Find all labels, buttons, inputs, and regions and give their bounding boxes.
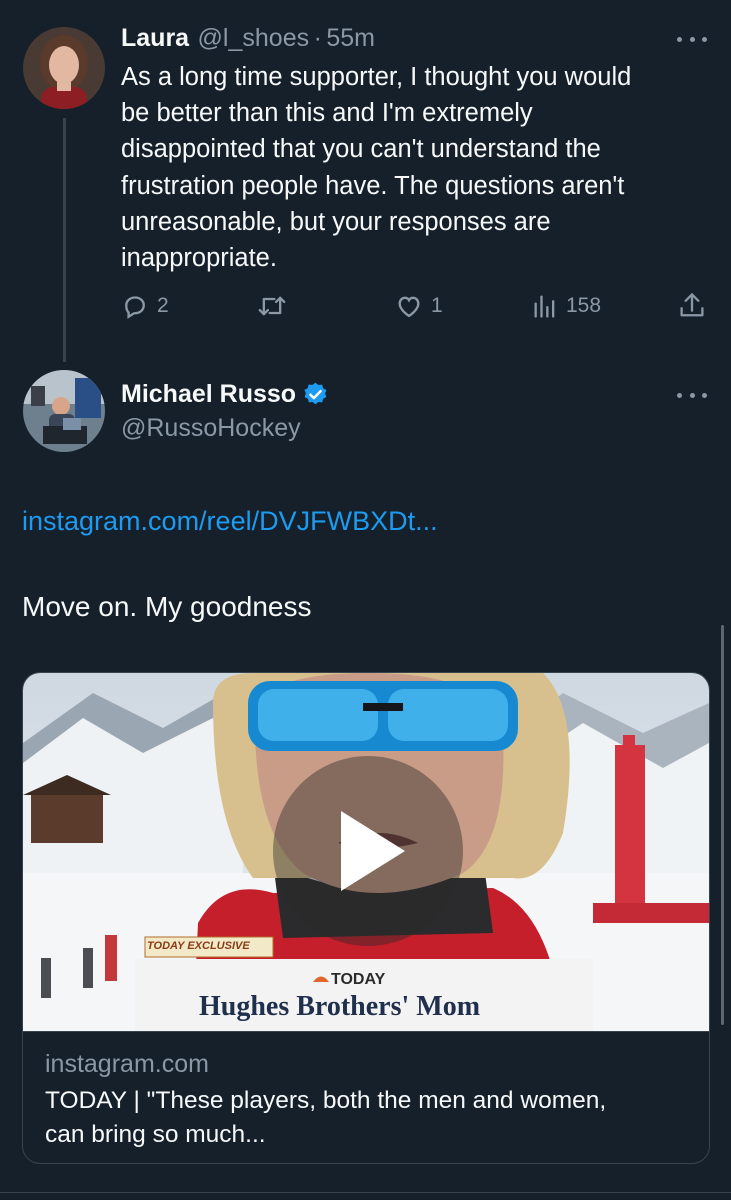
time-separator: · xyxy=(313,24,322,52)
main-header: Michael Russo xyxy=(121,380,329,409)
share-button[interactable] xyxy=(678,290,706,322)
reply-header: Laura @l_shoes · 55m xyxy=(121,24,375,53)
card-domain: instagram.com xyxy=(45,1050,209,1078)
more-icon[interactable] xyxy=(677,391,707,399)
card-title: TODAY | "These players, both the men and… xyxy=(45,1084,705,1152)
reply-tweet-text: As a long time supporter, I thought you … xyxy=(121,59,721,276)
thread-line xyxy=(63,118,66,362)
avatar-laura[interactable] xyxy=(23,27,105,109)
share-icon xyxy=(680,293,704,317)
link-preview-card[interactable]: TODAY EXCLUSIVE TODAY Hughes Brothers' M… xyxy=(22,672,710,1164)
like-icon xyxy=(398,296,420,318)
author-name[interactable]: Laura xyxy=(121,24,189,52)
tweet-text-line: unreasonable, but your responses are xyxy=(121,207,551,236)
like-count: 1 xyxy=(431,294,443,317)
reply-count: 2 xyxy=(157,294,169,317)
video-headline: Hughes Brothers' Mom xyxy=(199,991,481,1022)
tweet-text-line: inappropriate. xyxy=(121,244,277,273)
tweet-text-line: disappointed that you can't understand t… xyxy=(121,135,601,164)
author-handle[interactable]: @RussoHockey xyxy=(121,414,301,443)
tweet-text-line: As a long time supporter, I thought you … xyxy=(121,63,632,91)
video-thumbnail[interactable]: TODAY EXCLUSIVE TODAY Hughes Brothers' M… xyxy=(23,673,709,1031)
today-brand-label: TODAY xyxy=(331,971,386,988)
more-icon[interactable] xyxy=(677,35,707,43)
like-button[interactable]: 1 xyxy=(395,290,443,322)
retweet-icon xyxy=(258,296,286,316)
retweet-button[interactable] xyxy=(256,290,288,322)
tweet-text-line: be better than this and I'm extremely xyxy=(121,99,533,128)
tweet-text-line: frustration people have. The questions a… xyxy=(121,171,625,200)
verified-icon xyxy=(304,382,327,405)
views-button[interactable]: 158 xyxy=(532,290,601,322)
card-meta[interactable]: instagram.com TODAY | "These players, bo… xyxy=(23,1031,709,1163)
avatar-michael-russo[interactable] xyxy=(23,370,105,452)
card-title-line: TODAY | "These players, both the men and… xyxy=(45,1087,607,1114)
author-handle[interactable]: @l_shoes xyxy=(198,24,310,52)
instagram-link[interactable]: instagram.com/reel/DVJFWBXDt... xyxy=(22,506,438,537)
tweet-body: Move on. My goodness xyxy=(22,591,312,622)
tweet-time[interactable]: 55m xyxy=(326,24,375,52)
author-name[interactable]: Michael Russo xyxy=(121,380,296,409)
view-count: 158 xyxy=(566,294,602,317)
reply-button[interactable]: 2 xyxy=(121,290,169,322)
card-title-line: can bring so much... xyxy=(45,1121,266,1148)
scrollbar[interactable] xyxy=(721,625,724,1025)
reply-icon xyxy=(125,296,145,319)
today-exclusive-label: TODAY EXCLUSIVE xyxy=(147,940,250,952)
views-icon xyxy=(534,295,555,318)
bottom-divider xyxy=(0,1192,731,1193)
